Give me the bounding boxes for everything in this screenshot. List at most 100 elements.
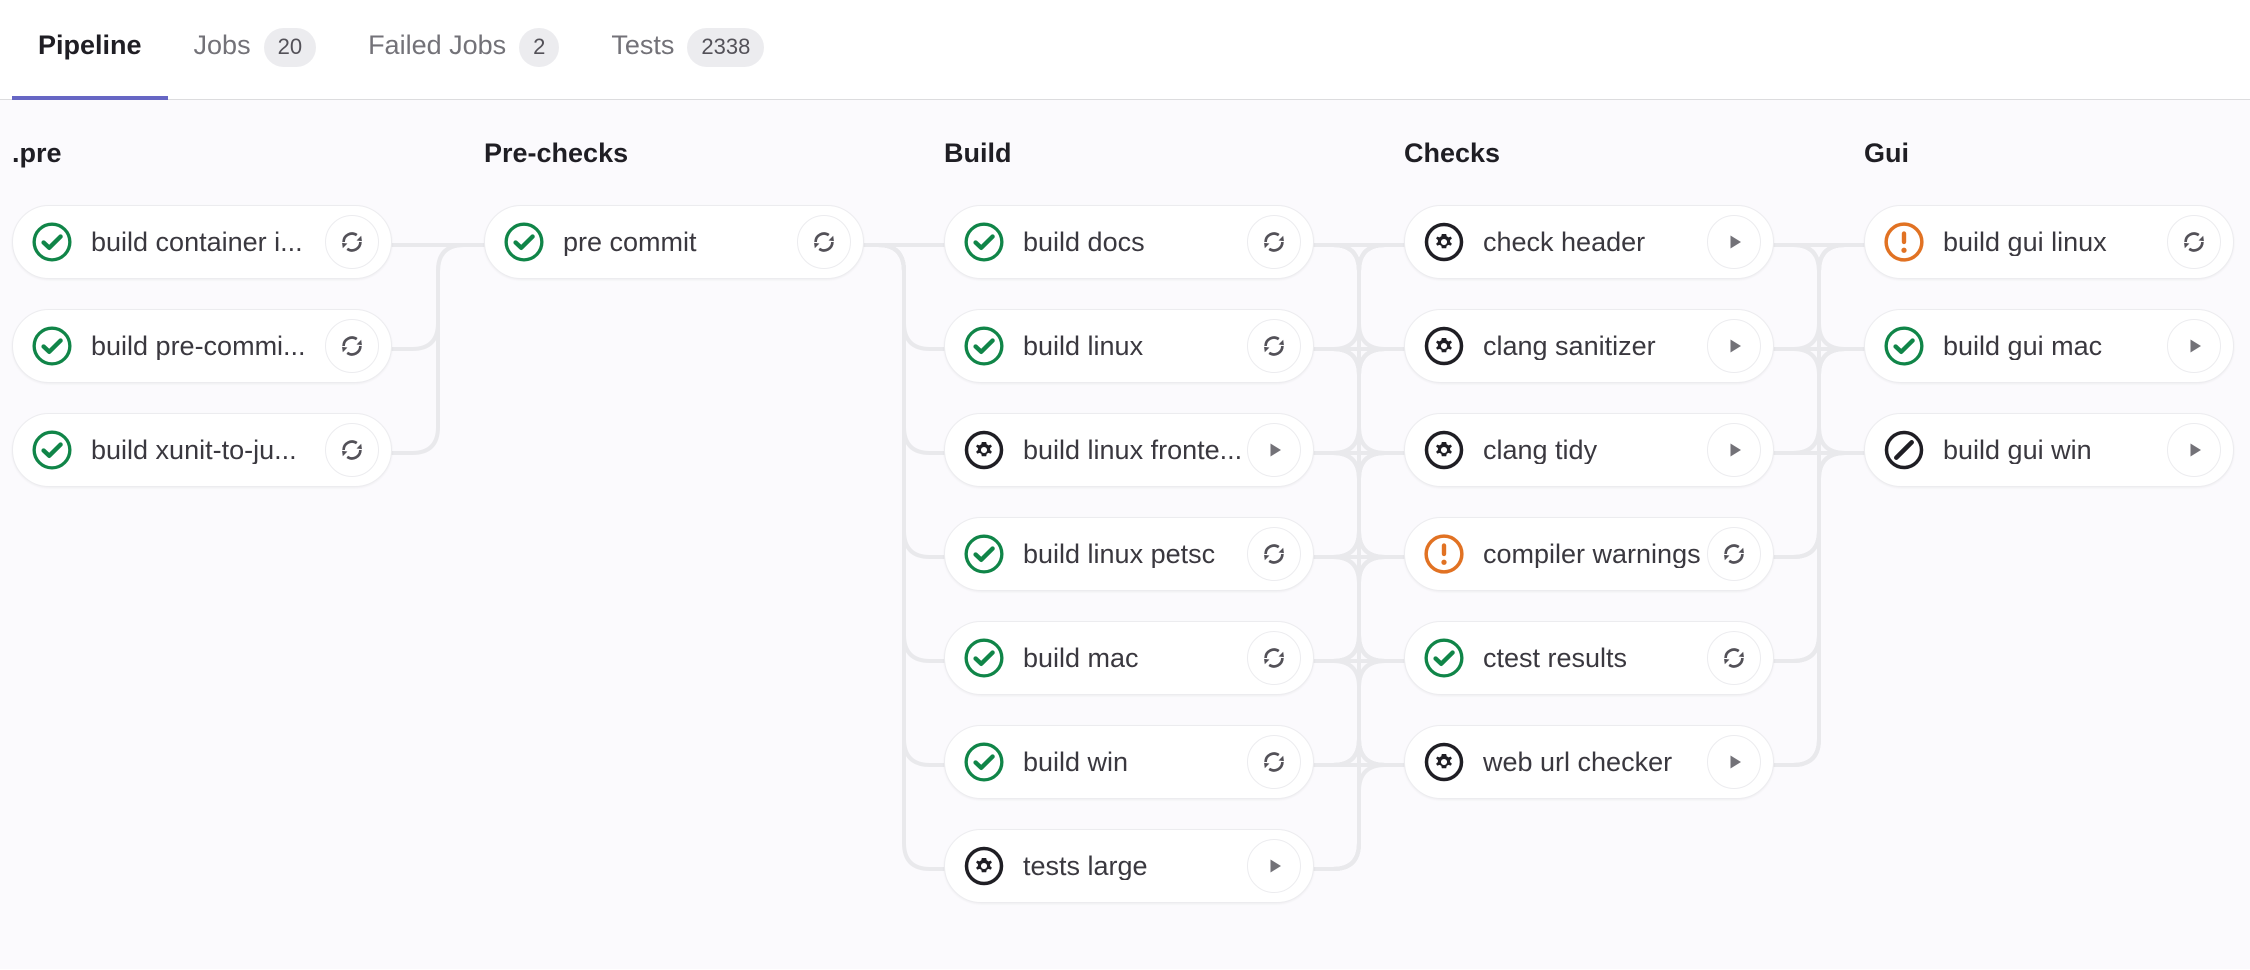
job-card[interactable]: build gui mac [1864,309,2234,383]
tab-failed-jobs[interactable]: Failed Jobs 2 [342,0,585,100]
retry-icon[interactable] [797,215,851,269]
retry-icon[interactable] [2167,215,2221,269]
job-card[interactable]: web url checker [1404,725,1774,799]
job-card[interactable]: build container i... [12,205,392,279]
stage-job-list: build gui linux build gui mac build gui wi… [1864,205,2234,517]
status-success-icon [31,221,73,263]
job-card[interactable]: build xunit-to-ju... [12,413,392,487]
tab-failed-jobs-label: Failed Jobs [368,28,506,63]
job-card[interactable]: build gui linux [1864,205,2234,279]
job-card[interactable]: build docs [944,205,1314,279]
play-icon[interactable] [1247,423,1301,477]
pipeline-tab-bar: Pipeline Jobs 20 Failed Jobs 2 Tests 233… [0,0,2250,100]
status-warning-icon [1883,221,1925,263]
retry-icon[interactable] [1247,631,1301,685]
pipeline-stage--pre: .pre build container i... build pre-commi.… [12,100,392,517]
retry-icon[interactable] [1707,631,1761,685]
play-icon[interactable] [2167,423,2221,477]
stage-title: .pre [12,100,392,169]
job-name: build pre-commi... [91,333,325,360]
job-name: ctest results [1483,645,1707,672]
status-success-icon [963,741,1005,783]
job-card[interactable]: build linux [944,309,1314,383]
job-name: build xunit-to-ju... [91,437,325,464]
stage-title: Pre-checks [484,100,864,169]
status-success-icon [31,325,73,367]
pipeline-graph: .pre build container i... build pre-commi.… [0,100,2250,969]
tab-tests[interactable]: Tests 2338 [585,0,790,100]
status-manual-icon [1423,429,1465,471]
play-icon[interactable] [1707,735,1761,789]
pipeline-stage-pre-checks: Pre-checks pre commit [484,100,864,309]
stage-title: Build [944,100,1314,169]
job-card[interactable]: compiler warnings [1404,517,1774,591]
stage-job-list: pre commit [484,205,864,309]
job-card[interactable]: build pre-commi... [12,309,392,383]
retry-icon[interactable] [1247,735,1301,789]
job-name: compiler warnings [1483,541,1707,568]
retry-icon[interactable] [1247,215,1301,269]
tab-jobs-label: Jobs [194,28,251,63]
play-icon[interactable] [1707,319,1761,373]
status-success-icon [963,637,1005,679]
retry-icon[interactable] [1707,527,1761,581]
job-card[interactable]: build mac [944,621,1314,695]
status-warning-icon [1423,533,1465,575]
status-success-icon [963,533,1005,575]
retry-icon[interactable] [1247,319,1301,373]
play-icon[interactable] [1707,215,1761,269]
job-name: build linux petsc [1023,541,1247,568]
job-name: build gui win [1943,437,2167,464]
retry-icon[interactable] [325,423,379,477]
job-name: web url checker [1483,749,1707,776]
job-name: build win [1023,749,1247,776]
tab-tests-label: Tests [611,28,674,63]
job-name: build gui mac [1943,333,2167,360]
job-name: build gui linux [1943,229,2167,256]
tab-jobs-badge: 20 [264,28,316,67]
job-card[interactable]: check header [1404,205,1774,279]
tab-failed-jobs-badge: 2 [519,28,559,67]
job-card[interactable]: ctest results [1404,621,1774,695]
tab-jobs[interactable]: Jobs 20 [168,0,343,100]
job-name: clang sanitizer [1483,333,1707,360]
job-card[interactable]: pre commit [484,205,864,279]
job-name: build linux [1023,333,1247,360]
job-name: build container i... [91,229,325,256]
job-name: clang tidy [1483,437,1707,464]
job-card[interactable]: clang sanitizer [1404,309,1774,383]
pipeline-stage-gui: Guibuild gui linuxbuild gui macbuild gui… [1864,100,2234,517]
status-success-icon [503,221,545,263]
status-manual-icon [963,845,1005,887]
play-icon[interactable] [1247,839,1301,893]
status-success-icon [31,429,73,471]
stage-job-list: build container i... build pre-commi... bu… [12,205,392,517]
stage-job-list: build docs build linux build linux fronte.… [944,205,1314,933]
status-success-icon [1423,637,1465,679]
retry-icon[interactable] [325,319,379,373]
retry-icon[interactable] [325,215,379,269]
job-name: build mac [1023,645,1247,672]
status-manual-icon [963,429,1005,471]
pipeline-stage-build: Build build docs build linux build linux fr… [944,100,1314,933]
status-skipped-icon [1883,429,1925,471]
pipeline-stage-checks: Checkscheck headerclang sanitizerclang t… [1404,100,1774,829]
status-success-icon [963,325,1005,367]
tab-pipeline[interactable]: Pipeline [12,0,168,100]
status-success-icon [963,221,1005,263]
job-card[interactable]: build linux fronte... [944,413,1314,487]
status-manual-icon [1423,741,1465,783]
job-card[interactable]: build linux petsc [944,517,1314,591]
status-manual-icon [1423,221,1465,263]
job-card[interactable]: clang tidy [1404,413,1774,487]
job-card[interactable]: tests large [944,829,1314,903]
job-card[interactable]: build win [944,725,1314,799]
retry-icon[interactable] [1247,527,1301,581]
job-card[interactable]: build gui win [1864,413,2234,487]
job-name: build docs [1023,229,1247,256]
play-icon[interactable] [1707,423,1761,477]
status-success-icon [1883,325,1925,367]
job-name: tests large [1023,853,1247,880]
play-icon[interactable] [2167,319,2221,373]
stage-title: Gui [1864,100,2234,169]
